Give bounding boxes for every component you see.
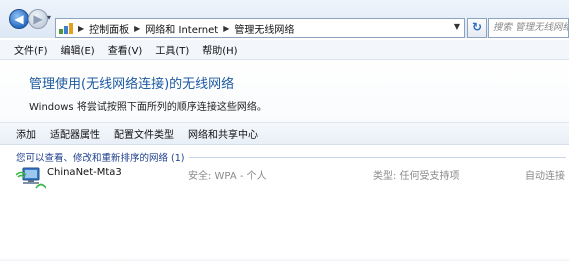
address-bar[interactable]: ▶ 控制面板 ▶ 网络和 Internet ▶ 管理无线网络 ▼: [55, 18, 465, 38]
refresh-button[interactable]: ↻: [467, 18, 487, 38]
page-header: 管理使用(无线网络连接)的无线网络 Windows 将尝试按照下面所列的顺序连接…: [0, 60, 569, 122]
breadcrumb-control-panel[interactable]: 控制面板: [89, 21, 129, 36]
navigation-bar: ◀ ▶ ▾ ▶ 控制面板 ▶ 网络和 Internet ▶ 管理无线网络 ▼ ↻…: [0, 0, 569, 38]
network-name: ChinaNet-Mta3: [47, 167, 122, 178]
group-label: 您可以查看、修改和重新排序的网络 (1): [16, 153, 185, 164]
address-dropdown-icon[interactable]: ▼: [454, 22, 460, 31]
network-security: 安全: WPA - 个人: [188, 171, 267, 182]
page-title: 管理使用(无线网络连接)的无线网络: [29, 77, 235, 92]
control-panel-icon: [59, 22, 73, 34]
back-arrow-icon: ◀: [14, 12, 24, 26]
list-item[interactable]: ChinaNet-Mta3 安全: WPA - 个人 类型: 任何受支持项 自动…: [0, 163, 569, 199]
add-button[interactable]: 添加: [16, 126, 36, 141]
menu-edit[interactable]: 编辑(E): [61, 42, 95, 57]
divider: [189, 156, 566, 158]
network-type: 类型: 任何受支持项: [373, 171, 460, 182]
profile-types-button[interactable]: 配置文件类型: [114, 126, 174, 141]
menu-bar: 文件(F) 编辑(E) 查看(V) 工具(T) 帮助(H): [0, 40, 569, 60]
wireless-network-icon: [16, 167, 46, 189]
search-input[interactable]: 搜索 管理无线网络: [488, 18, 569, 38]
adapter-properties-button[interactable]: 适配器属性: [50, 126, 100, 141]
chevron-right-icon[interactable]: ▶: [134, 24, 140, 33]
chevron-right-icon[interactable]: ▶: [223, 24, 229, 33]
forward-arrow-icon: ▶: [33, 12, 43, 26]
recent-pages-dropdown[interactable]: ▾: [47, 13, 51, 22]
back-button[interactable]: ◀: [9, 9, 29, 29]
command-bar: 添加 适配器属性 配置文件类型 网络和共享中心: [0, 122, 569, 145]
menu-file[interactable]: 文件(F): [14, 42, 48, 57]
breadcrumb-network-internet[interactable]: 网络和 Internet: [145, 21, 218, 36]
network-group-header[interactable]: 您可以查看、修改和重新排序的网络 (1): [16, 151, 566, 164]
menu-view[interactable]: 查看(V): [108, 42, 143, 57]
refresh-icon: ↻: [471, 20, 483, 34]
breadcrumb-manage-wireless[interactable]: 管理无线网络: [234, 21, 294, 36]
menu-tools[interactable]: 工具(T): [155, 42, 189, 57]
menu-help[interactable]: 帮助(H): [202, 42, 237, 57]
network-sharing-center-button[interactable]: 网络和共享中心: [188, 126, 258, 141]
page-description: Windows 将尝试按照下面所列的顺序连接这些网络。: [29, 102, 267, 113]
network-connect-mode: 自动连接: [525, 171, 565, 182]
forward-button[interactable]: ▶: [28, 9, 48, 29]
chevron-right-icon[interactable]: ▶: [78, 24, 84, 33]
